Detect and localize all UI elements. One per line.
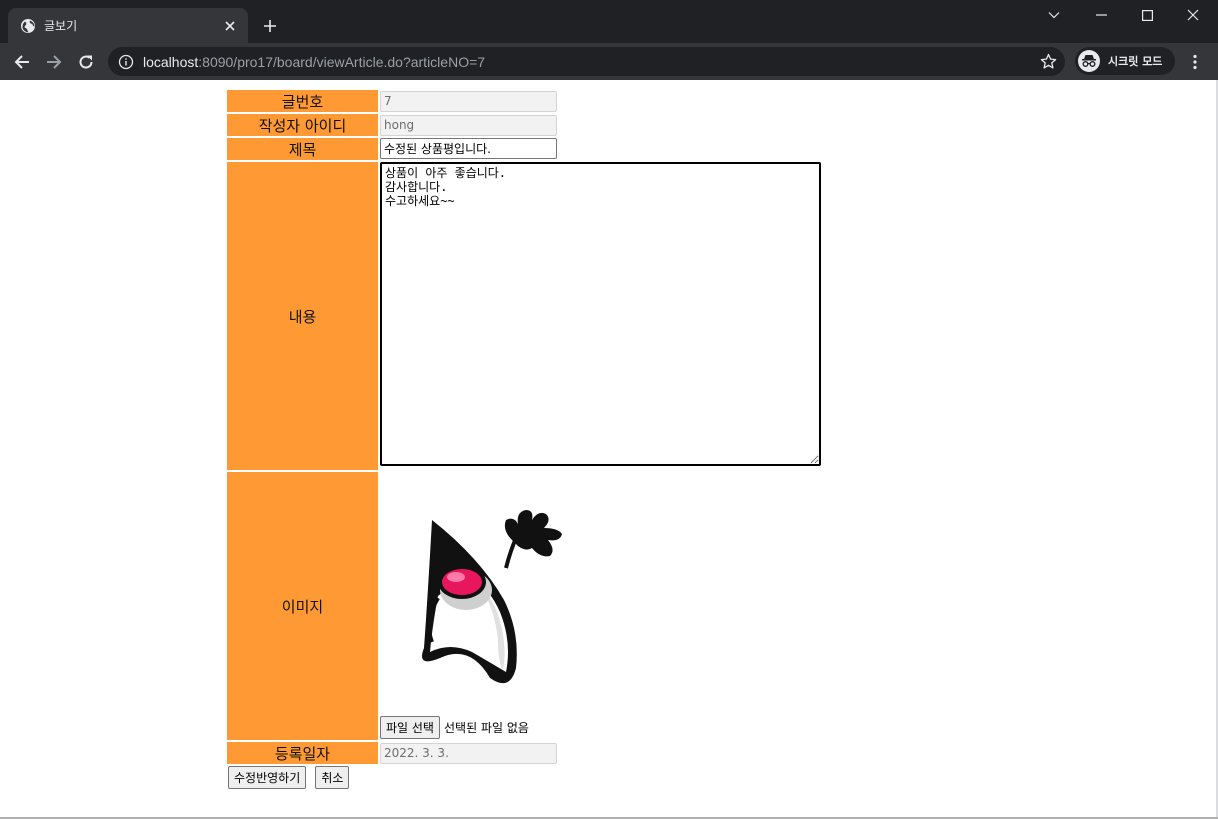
globe-icon (20, 18, 36, 34)
chevron-down-icon[interactable] (1031, 0, 1077, 30)
url-path: :8090/pro17/board/viewArticle.do?article… (198, 53, 486, 70)
row-image: 이미지 파일 선택 선택된 파일 없음 (227, 472, 821, 740)
incognito-icon (1078, 50, 1100, 72)
label-writer: 작성자 아이디 (227, 114, 378, 136)
browser-toolbar: localhost:8090/pro17/board/viewArticle.d… (0, 43, 1218, 80)
back-arrow-icon[interactable] (9, 49, 35, 75)
close-icon[interactable] (220, 16, 240, 36)
label-reg-date: 등록일자 (227, 742, 378, 764)
url-host: localhost (143, 53, 199, 70)
row-actions: 수정반영하기 취소 (227, 766, 821, 789)
row-article-no: 글번호 (227, 90, 821, 112)
row-content: 내용 상품이 아주 좋습니다. 감사합니다. 수고하세요~~ (227, 162, 821, 470)
minimize-icon[interactable] (1078, 0, 1124, 30)
forward-arrow-icon[interactable] (41, 49, 67, 75)
browser-titlebar: 글보기 (0, 0, 1218, 43)
apply-edit-button[interactable]: 수정반영하기 (228, 766, 307, 789)
row-reg-date: 등록일자 (227, 742, 821, 764)
plus-icon[interactable] (258, 14, 282, 38)
file-upload-row: 파일 선택 선택된 파일 없음 (380, 716, 821, 739)
article-form-table: 글번호 작성자 아이디 제목 내용 상품이 아주 좋습니다. 감사합니다. 수고… (225, 88, 823, 791)
label-title: 제목 (227, 138, 378, 160)
incognito-label: 시크릿 모드 (1108, 55, 1163, 68)
writer-field (380, 114, 557, 136)
content-textarea[interactable]: 상품이 아주 좋습니다. 감사합니다. 수고하세요~~ (380, 162, 821, 466)
tab-title: 글보기 (44, 19, 78, 33)
close-icon[interactable] (1170, 0, 1216, 30)
label-article-no: 글번호 (227, 90, 378, 112)
row-title: 제목 (227, 138, 821, 160)
maximize-icon[interactable] (1124, 0, 1170, 30)
address-bar[interactable]: localhost:8090/pro17/board/viewArticle.d… (108, 47, 1065, 76)
title-input[interactable] (380, 138, 557, 159)
incognito-badge[interactable]: 시크릿 모드 (1075, 47, 1175, 75)
cancel-button[interactable]: 취소 (315, 766, 350, 789)
label-image: 이미지 (227, 472, 378, 740)
browser-tab[interactable]: 글보기 (8, 8, 248, 43)
article-no-field (380, 90, 557, 112)
reg-date-field (380, 742, 557, 764)
file-status-text: 선택된 파일 없음 (443, 721, 529, 735)
duke-mascot-image (422, 510, 562, 684)
choose-file-button[interactable]: 파일 선택 (380, 716, 440, 739)
label-content: 내용 (227, 162, 378, 470)
kebab-menu-icon[interactable] (1185, 52, 1205, 72)
star-icon[interactable] (1040, 53, 1057, 70)
reload-icon[interactable] (73, 49, 99, 75)
info-icon[interactable] (118, 54, 134, 70)
article-image (380, 472, 580, 716)
url-text: localhost:8090/pro17/board/viewArticle.d… (143, 54, 485, 70)
row-writer: 작성자 아이디 (227, 114, 821, 136)
